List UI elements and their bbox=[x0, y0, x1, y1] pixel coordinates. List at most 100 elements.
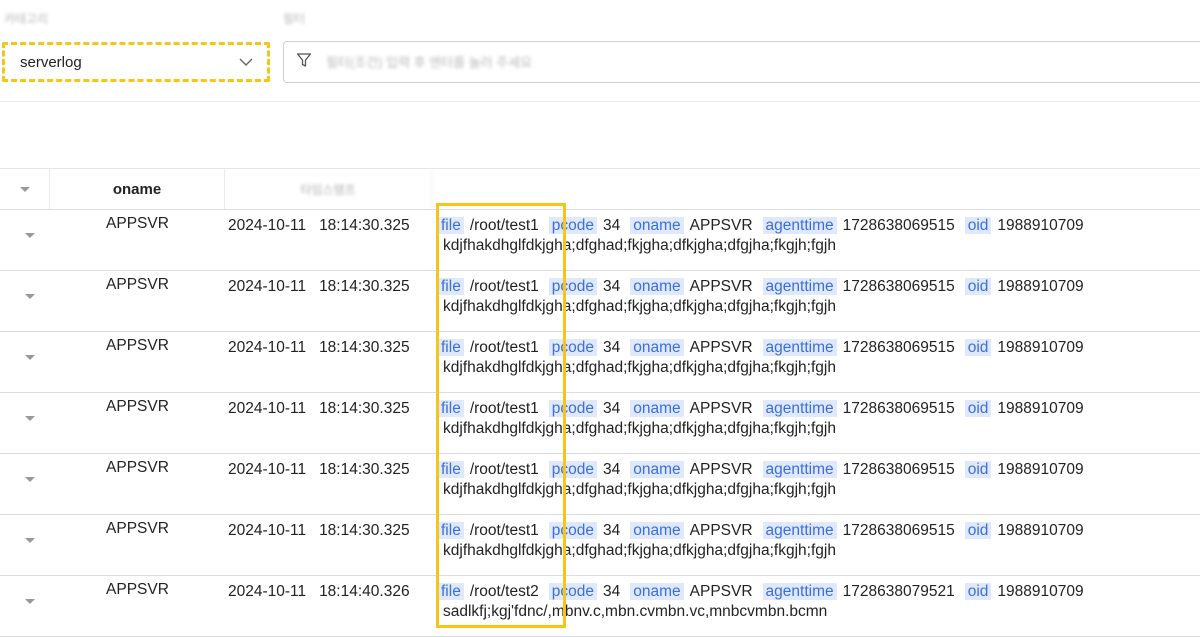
category-select-value: serverlog bbox=[20, 53, 82, 71]
column-header-oname[interactable]: oname bbox=[50, 169, 225, 209]
field-key[interactable]: file bbox=[438, 583, 464, 600]
field-key[interactable]: pcode bbox=[548, 278, 597, 295]
field-key[interactable]: pcode bbox=[548, 217, 597, 234]
category-select[interactable]: serverlog bbox=[2, 42, 270, 82]
table-row[interactable]: APPSVR 2024-10-11 18:14:30.325 file/root… bbox=[0, 332, 1200, 393]
row-fields: file/root/test1 pcode 34 oname APPSVR agentti… bbox=[438, 399, 1198, 419]
toolbar-divider bbox=[0, 101, 1200, 102]
field-key[interactable]: agenttime bbox=[762, 339, 837, 356]
row-date: 2024-10-11 bbox=[228, 339, 307, 356]
field-key[interactable]: pcode bbox=[548, 583, 597, 600]
row-timestamp: 2024-10-11 18:14:30.325 bbox=[228, 400, 410, 418]
field-key[interactable]: agenttime bbox=[762, 461, 837, 478]
expand-row-icon[interactable] bbox=[25, 416, 35, 421]
field-key[interactable]: oname bbox=[630, 278, 684, 295]
field-key[interactable]: file bbox=[438, 278, 464, 295]
filter-label: 필터 bbox=[283, 12, 306, 26]
field-value: 1728638069515 bbox=[842, 400, 955, 417]
field-key[interactable]: file bbox=[438, 461, 464, 478]
field-value: /root/test1 bbox=[469, 339, 539, 356]
table-body: APPSVR 2024-10-11 18:14:30.325 file/root… bbox=[0, 210, 1200, 637]
expand-row-icon[interactable] bbox=[25, 233, 35, 238]
field-value: 1988910709 bbox=[997, 400, 1084, 417]
row-fields: file/root/test1 pcode 34 oname APPSVR agentti… bbox=[438, 216, 1198, 236]
expand-row-icon[interactable] bbox=[25, 477, 35, 482]
field-value: 1728638069515 bbox=[842, 522, 955, 539]
field-key[interactable]: agenttime bbox=[762, 217, 837, 234]
field-value: 1988910709 bbox=[997, 461, 1084, 478]
field-key[interactable]: oname bbox=[630, 400, 684, 417]
field-key[interactable]: oid bbox=[964, 400, 992, 417]
field-key[interactable]: oid bbox=[964, 217, 992, 234]
field-key[interactable]: pcode bbox=[548, 400, 597, 417]
table-row[interactable]: APPSVR 2024-10-11 18:14:30.325 file/root… bbox=[0, 393, 1200, 454]
row-time: 18:14:30.325 bbox=[319, 217, 410, 234]
field-value: APPSVR bbox=[689, 278, 753, 295]
row-oname: APPSVR bbox=[106, 276, 169, 293]
field-value: APPSVR bbox=[689, 400, 753, 417]
row-time: 18:14:30.325 bbox=[319, 400, 410, 417]
row-timestamp: 2024-10-11 18:14:30.325 bbox=[228, 339, 410, 357]
column-header-timestamp[interactable]: 타임스탬프 bbox=[225, 169, 432, 209]
row-time: 18:14:30.325 bbox=[319, 278, 410, 295]
field-key[interactable]: file bbox=[438, 522, 464, 539]
row-date: 2024-10-11 bbox=[228, 583, 307, 600]
field-key[interactable]: agenttime bbox=[762, 583, 837, 600]
row-time: 18:14:30.325 bbox=[319, 522, 410, 539]
field-key[interactable]: oname bbox=[630, 339, 684, 356]
row-fields: file/root/test2 pcode 34 oname APPSVR agentti… bbox=[438, 582, 1198, 602]
field-value: 34 bbox=[603, 339, 621, 356]
row-timestamp: 2024-10-11 18:14:30.325 bbox=[228, 217, 410, 235]
expand-column-header[interactable] bbox=[0, 169, 50, 209]
field-value: 1728638079521 bbox=[842, 583, 955, 600]
row-date: 2024-10-11 bbox=[228, 522, 307, 539]
field-key[interactable]: agenttime bbox=[762, 278, 837, 295]
field-key[interactable]: oid bbox=[964, 339, 992, 356]
field-key[interactable]: oname bbox=[630, 461, 684, 478]
row-date: 2024-10-11 bbox=[228, 461, 307, 478]
field-value: 1988910709 bbox=[997, 217, 1084, 234]
field-key[interactable]: oname bbox=[630, 217, 684, 234]
field-key[interactable]: oid bbox=[964, 461, 992, 478]
expand-row-icon[interactable] bbox=[25, 355, 35, 360]
field-key[interactable]: oname bbox=[630, 583, 684, 600]
field-key[interactable]: agenttime bbox=[762, 400, 837, 417]
table-row[interactable]: APPSVR 2024-10-11 18:14:40.326 file/root… bbox=[0, 576, 1200, 637]
expand-row-icon[interactable] bbox=[25, 538, 35, 543]
table-row[interactable]: APPSVR 2024-10-11 18:14:30.325 file/root… bbox=[0, 271, 1200, 332]
field-value: /root/test2 bbox=[469, 583, 539, 600]
row-time: 18:14:40.326 bbox=[319, 583, 410, 600]
row-text: kdjfhakdhglfdkjgha;dfghad;fkjgha;dfkjgha… bbox=[443, 542, 836, 559]
field-value: 1988910709 bbox=[997, 583, 1084, 600]
table-row[interactable]: APPSVR 2024-10-11 18:14:30.325 file/root… bbox=[0, 210, 1200, 271]
field-key[interactable]: file bbox=[438, 400, 464, 417]
category-label: 카테고리 bbox=[4, 12, 49, 26]
table-row[interactable]: APPSVR 2024-10-11 18:14:30.325 file/root… bbox=[0, 515, 1200, 576]
field-value: 1728638069515 bbox=[842, 217, 955, 234]
table-row[interactable]: APPSVR 2024-10-11 18:14:30.325 file/root… bbox=[0, 454, 1200, 515]
row-oname: APPSVR bbox=[106, 398, 169, 415]
field-key[interactable]: agenttime bbox=[762, 522, 837, 539]
field-key[interactable]: file bbox=[438, 217, 464, 234]
row-fields: file/root/test1 pcode 34 oname APPSVR agentti… bbox=[438, 277, 1198, 297]
row-oname: APPSVR bbox=[106, 215, 169, 232]
field-key[interactable]: pcode bbox=[548, 339, 597, 356]
triangle-down-icon bbox=[19, 186, 30, 192]
row-timestamp: 2024-10-11 18:14:30.325 bbox=[228, 522, 410, 540]
row-date: 2024-10-11 bbox=[228, 217, 307, 234]
expand-row-icon[interactable] bbox=[25, 599, 35, 604]
field-key[interactable]: pcode bbox=[548, 522, 597, 539]
filter-field[interactable] bbox=[283, 41, 1200, 83]
field-key[interactable]: pcode bbox=[548, 461, 597, 478]
row-fields: file/root/test1 pcode 34 oname APPSVR agentti… bbox=[438, 460, 1198, 480]
field-value: 1728638069515 bbox=[842, 461, 955, 478]
field-key[interactable]: oname bbox=[630, 522, 684, 539]
field-key[interactable]: oid bbox=[964, 278, 992, 295]
field-key[interactable]: oid bbox=[964, 583, 992, 600]
expand-row-icon[interactable] bbox=[25, 294, 35, 299]
field-value: /root/test1 bbox=[469, 278, 539, 295]
filter-input[interactable] bbox=[324, 53, 1028, 71]
field-key[interactable]: oid bbox=[964, 522, 992, 539]
field-key[interactable]: file bbox=[438, 339, 464, 356]
field-value: APPSVR bbox=[689, 583, 753, 600]
